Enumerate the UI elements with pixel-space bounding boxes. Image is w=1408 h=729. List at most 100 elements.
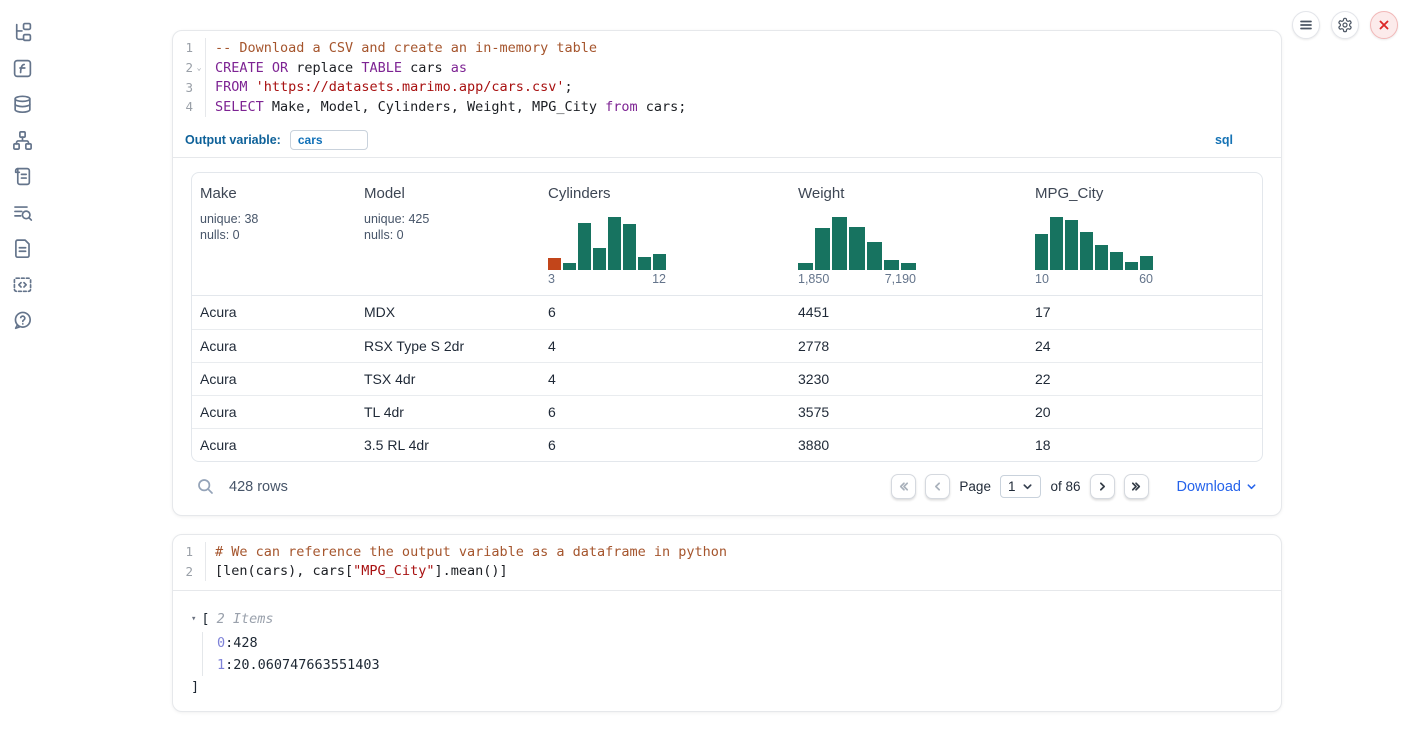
collapse-chevron-icon[interactable]: ▾: [191, 614, 196, 624]
table-row[interactable]: AcuraRSX Type S 2dr4277824: [192, 329, 1262, 362]
column-header-mpg_city[interactable]: MPG_City1060: [1027, 173, 1262, 295]
item-value: 20.060747663551403: [233, 657, 379, 673]
histogram-axis-labels: 1,8507,190: [798, 272, 916, 286]
histogram-bar[interactable]: [623, 224, 636, 270]
python-code-editor[interactable]: 1# We can reference the output variable …: [173, 535, 1281, 591]
search-icon[interactable]: [197, 478, 214, 495]
previous-page-button[interactable]: [925, 474, 950, 499]
table-cell: TSX 4dr: [356, 371, 540, 387]
code-line-text[interactable]: # We can reference the output variable a…: [206, 542, 727, 562]
histogram-bar[interactable]: [578, 223, 591, 270]
column-header-weight[interactable]: Weight 1,8507,190: [790, 173, 1027, 295]
page-total-label: of 86: [1050, 479, 1080, 494]
line-number: 1: [173, 40, 193, 55]
column-header-make[interactable]: Makeunique: 38nulls: 0: [192, 173, 356, 295]
table-row[interactable]: Acura3.5 RL 4dr6388018: [192, 428, 1262, 461]
table-row[interactable]: AcuraTL 4dr6357520: [192, 395, 1262, 428]
code-token-string: "MPG_City": [353, 563, 434, 579]
code-token-string: 'https://datasets.marimo.app/cars.csv': [256, 79, 565, 95]
code-line-text[interactable]: SELECT Make, Model, Cylinders, Weight, M…: [206, 97, 686, 117]
items-count-label: 2 Items: [217, 611, 274, 627]
output-variable-label: Output variable:: [185, 133, 281, 147]
code-token-keyword: FROM: [215, 79, 248, 95]
histogram-bar[interactable]: [832, 217, 847, 270]
line-number: 4: [173, 99, 193, 114]
download-button[interactable]: Download: [1177, 479, 1258, 495]
line-number: 3: [173, 80, 193, 95]
column-label: Weight: [798, 185, 1019, 202]
axis-min-label: 1,850: [798, 272, 829, 286]
item-index: 1: [217, 657, 225, 673]
datasources-icon[interactable]: [11, 93, 34, 116]
file-tree-icon[interactable]: [11, 21, 34, 44]
code-token-plain: Make, Model, Cylinders, Weight, MPG_City: [264, 99, 605, 115]
histogram-bar[interactable]: [1110, 252, 1123, 269]
histogram-bar[interactable]: [1050, 217, 1063, 270]
histogram-bar[interactable]: [798, 263, 813, 269]
logs-icon[interactable]: [11, 201, 34, 224]
histogram-bar[interactable]: [1080, 232, 1093, 270]
histogram-bar[interactable]: [638, 257, 651, 270]
histogram-bar[interactable]: [901, 263, 916, 270]
column-label: Make: [200, 185, 348, 202]
column-stat: nulls: 0: [364, 227, 532, 244]
histogram-bar[interactable]: [563, 263, 576, 269]
helper-panel-sidebar: [0, 0, 44, 332]
tree-item: 1: 20.060747663551403: [217, 654, 1263, 676]
line-gutter: 2⌄: [173, 58, 206, 78]
histogram-bar[interactable]: [884, 260, 899, 270]
histogram-bars[interactable]: [798, 217, 916, 270]
documentation-icon[interactable]: [11, 237, 34, 260]
help-icon[interactable]: [11, 309, 34, 332]
code-token-keyword: TABLE: [361, 60, 402, 76]
snippets-icon[interactable]: [11, 273, 34, 296]
histogram-bar[interactable]: [849, 227, 864, 269]
code-line-text[interactable]: -- Download a CSV and create an in-memor…: [206, 38, 597, 58]
table-row[interactable]: AcuraMDX6445117: [192, 296, 1262, 329]
column-histogram: 1060: [1035, 217, 1153, 286]
fold-chevron-icon[interactable]: ⌄: [193, 63, 205, 72]
column-header-cylinders[interactable]: Cylinders312: [540, 173, 790, 295]
last-page-button[interactable]: [1124, 474, 1149, 499]
histogram-bar[interactable]: [1140, 256, 1153, 270]
line-gutter: 3: [173, 77, 206, 97]
histogram-bar[interactable]: [867, 242, 882, 270]
menu-button[interactable]: [1292, 11, 1320, 39]
code-line-text[interactable]: FROM 'https://datasets.marimo.app/cars.c…: [206, 77, 573, 97]
histogram-bar[interactable]: [653, 254, 666, 270]
first-page-button[interactable]: [891, 474, 916, 499]
scratchpad-icon[interactable]: [11, 165, 34, 188]
page-number-value: 1: [1008, 479, 1016, 494]
next-page-button[interactable]: [1090, 474, 1115, 499]
histogram-bar[interactable]: [1065, 220, 1078, 269]
column-stat: unique: 425: [364, 211, 532, 228]
histogram-bar[interactable]: [1125, 262, 1138, 270]
histogram-bar[interactable]: [1035, 234, 1048, 270]
table-cell: 24: [1027, 338, 1262, 354]
histogram-bar[interactable]: [548, 258, 561, 270]
table-cell: Acura: [192, 437, 356, 453]
dependency-graph-icon[interactable]: [11, 129, 34, 152]
table-row[interactable]: AcuraTSX 4dr4323022: [192, 362, 1262, 395]
line-gutter: 1: [173, 542, 206, 562]
sql-code-editor[interactable]: 1 -- Download a CSV and create an in-memo…: [173, 31, 1281, 126]
shutdown-close-button[interactable]: [1370, 11, 1398, 39]
histogram-bar[interactable]: [1095, 245, 1108, 269]
table-cell: 6: [540, 404, 790, 420]
histogram-bars[interactable]: [1035, 217, 1153, 270]
code-line-text[interactable]: [len(cars), cars["MPG_City"].mean()]: [206, 561, 508, 581]
table-cell: 4451: [790, 304, 1027, 320]
histogram-bar[interactable]: [593, 248, 606, 270]
variables-icon[interactable]: [11, 57, 34, 80]
table-cell: Acura: [192, 404, 356, 420]
column-header-model[interactable]: Modelunique: 425nulls: 0: [356, 173, 540, 295]
output-variable-input[interactable]: [290, 130, 368, 150]
histogram-bar[interactable]: [608, 217, 621, 270]
open-bracket: [: [201, 611, 209, 627]
histogram-bar[interactable]: [815, 228, 830, 269]
shutdown-close-icon: [1378, 19, 1390, 31]
code-line-text[interactable]: CREATE OR replace TABLE cars as: [206, 58, 467, 78]
histogram-bars[interactable]: [548, 217, 666, 270]
page-number-select[interactable]: 1: [1000, 475, 1042, 498]
settings-gear-button[interactable]: [1331, 11, 1359, 39]
